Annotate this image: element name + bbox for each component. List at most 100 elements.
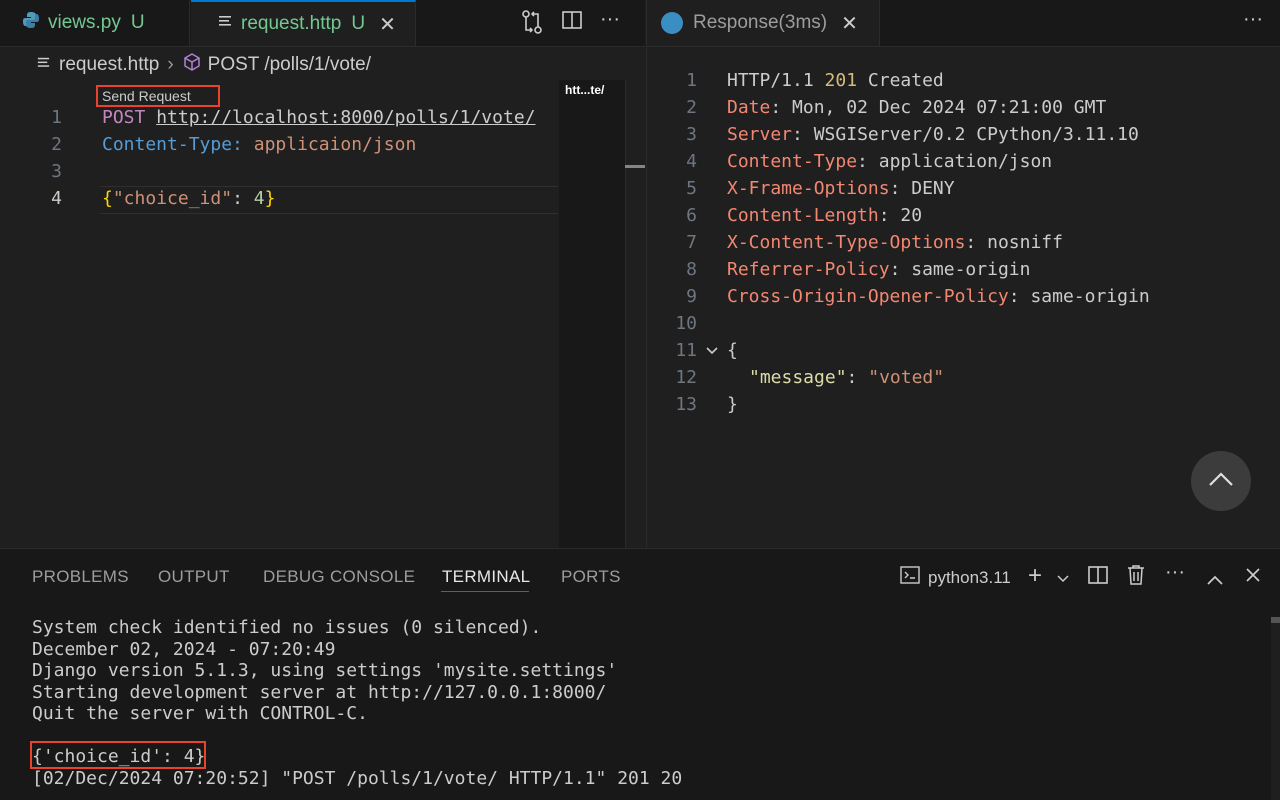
request-url[interactable]: http://localhost:8000/polls/1/vote/ (156, 107, 535, 128)
line-number: 11 (675, 340, 697, 361)
line-number: 4 (686, 151, 697, 172)
response-header-value: Mon, 02 Dec 2024 07:21:00 GMT (792, 97, 1107, 118)
response-line[interactable]: HTTP/1.1 201 Created (727, 70, 944, 91)
response-line[interactable]: { (727, 340, 738, 361)
line-number: 5 (686, 178, 697, 199)
code-line-4[interactable]: {"choice_id": 4} (102, 188, 275, 209)
terminal-line: Quit the server with CONTROL-C. (32, 703, 368, 724)
close-panel-icon[interactable] (1245, 566, 1261, 589)
response-header-value: nosniff (987, 232, 1063, 253)
editor-scrollbar[interactable] (625, 80, 646, 548)
chevron-down-icon[interactable] (1056, 567, 1070, 590)
terminal-icon (900, 565, 920, 590)
chevron-up-icon (1208, 471, 1234, 492)
response-header-name: Referrer-Policy (727, 259, 890, 280)
left-editor-group: views.py U request.http U ✕ ··· request.… (0, 0, 646, 548)
split-editor-icon[interactable] (562, 10, 582, 36)
scrollbar-cursor-marker (625, 165, 645, 168)
panel-tab-ports[interactable]: PORTS (561, 567, 621, 587)
panel-tab-output[interactable]: OUTPUT (158, 567, 230, 587)
scroll-to-top-button[interactable] (1191, 451, 1251, 511)
tab-label: Response(3ms) (693, 12, 828, 33)
code-line-1[interactable]: POST http://localhost:8000/polls/1/vote/ (102, 107, 536, 128)
split-terminal-icon[interactable] (1088, 565, 1108, 591)
response-line[interactable]: Date: Mon, 02 Dec 2024 07:21:00 GMT (727, 97, 1106, 118)
line-number: 4 (51, 188, 62, 209)
json-colon: : (846, 367, 869, 388)
line-number: 3 (51, 161, 62, 182)
line-number: 13 (675, 394, 697, 415)
response-header-value: application/json (878, 151, 1053, 172)
rest-client-logo-icon (661, 12, 683, 34)
terminal-selector[interactable]: python3.11 (900, 565, 1011, 590)
header-separator: : (792, 124, 814, 145)
line-number: 9 (686, 286, 697, 307)
cube-icon (182, 52, 202, 78)
right-editor-group: Response(3ms) ✕ ··· 1 2 3 4 5 6 7 8 9 10 11 12 13 HT… (646, 0, 1280, 548)
more-actions-icon[interactable]: ··· (600, 8, 620, 31)
new-terminal-icon[interactable]: + (1028, 562, 1042, 590)
compare-changes-icon[interactable] (521, 10, 543, 40)
response-line[interactable]: Content-Length: 20 (727, 205, 922, 226)
tab-views-py[interactable]: views.py U (0, 0, 190, 46)
line-number: 1 (686, 70, 697, 91)
terminal-scrollbar[interactable] (1271, 617, 1280, 800)
json-colon: : (232, 188, 254, 209)
header-separator: : (878, 205, 901, 226)
line-number: 8 (686, 259, 697, 280)
response-line[interactable]: Content-Type: application/json (727, 151, 1052, 172)
json-key: "choice_id" (112, 188, 233, 209)
tab-request-http[interactable]: request.http U ✕ (191, 0, 416, 46)
response-line[interactable]: } (727, 394, 738, 415)
panel-tab-terminal[interactable]: TERMINAL (442, 567, 530, 587)
line-number: 12 (675, 367, 697, 388)
breadcrumb-file[interactable]: request.http (59, 54, 159, 76)
python-icon (22, 11, 40, 35)
terminal-line: Django version 5.1.3, using settings 'my… (32, 660, 618, 681)
tab-label: request.http (241, 13, 342, 34)
json-brace: } (264, 188, 276, 209)
json-brace: { (102, 188, 113, 209)
response-header-name: Content-Type (727, 151, 858, 172)
panel-tab-debug-console[interactable]: DEBUG CONSOLE (263, 567, 415, 587)
response-header-name: Cross-Origin-Opener-Policy (727, 286, 1009, 307)
line-number: 7 (686, 232, 697, 253)
untracked-badge: U (351, 13, 366, 34)
header-separator: : (889, 259, 912, 280)
code-line-2[interactable]: Content-Type: applicaion/json (102, 134, 416, 155)
response-line[interactable]: Cross-Origin-Opener-Policy: same-origin (727, 286, 1150, 307)
header-separator: : (889, 178, 912, 199)
response-line[interactable]: Server: WSGIServer/0.2 CPython/3.11.10 (727, 124, 1139, 145)
right-tab-bar: Response(3ms) ✕ ··· (647, 0, 1280, 47)
close-icon[interactable]: ✕ (841, 11, 858, 36)
response-header-value: same-origin (911, 259, 1031, 280)
response-line[interactable]: X-Frame-Options: DENY (727, 178, 955, 199)
line-number: 6 (686, 205, 697, 226)
tab-label: views.py (48, 12, 121, 33)
more-actions-icon[interactable]: ··· (1243, 8, 1263, 31)
line-number: 10 (675, 313, 697, 334)
header-separator: : (965, 232, 988, 253)
terminal-line: System check identified no issues (0 sil… (32, 617, 542, 638)
left-tab-bar: views.py U request.http U ✕ ··· (0, 0, 645, 47)
fold-chevron-icon[interactable] (705, 344, 719, 361)
minimap[interactable] (559, 80, 625, 548)
trash-icon[interactable] (1127, 564, 1145, 592)
panel-tab-problems[interactable]: PROBLEMS (32, 567, 129, 587)
response-line[interactable]: Referrer-Policy: same-origin (727, 259, 1030, 280)
terminal-scroll-thumb[interactable] (1271, 617, 1280, 623)
breadcrumb-request[interactable]: POST /polls/1/vote/ (208, 54, 371, 76)
maximize-panel-icon[interactable] (1206, 569, 1224, 592)
response-header-name: X-Content-Type-Options (727, 232, 966, 253)
send-request-codelens[interactable]: Send Request (96, 85, 220, 107)
response-line[interactable]: X-Content-Type-Options: nosniff (727, 232, 1063, 253)
response-line[interactable]: "message": "voted" (749, 367, 944, 388)
response-header-value: same-origin (1030, 286, 1150, 307)
response-header-value: 20 (900, 205, 923, 226)
response-header-name: Content-Length (727, 205, 879, 226)
tab-response[interactable]: Response(3ms) ✕ (647, 0, 880, 46)
response-header-name: Date (727, 97, 771, 118)
more-actions-icon[interactable]: ··· (1165, 561, 1185, 584)
close-icon[interactable]: ✕ (379, 12, 396, 37)
line-number: 2 (686, 97, 697, 118)
